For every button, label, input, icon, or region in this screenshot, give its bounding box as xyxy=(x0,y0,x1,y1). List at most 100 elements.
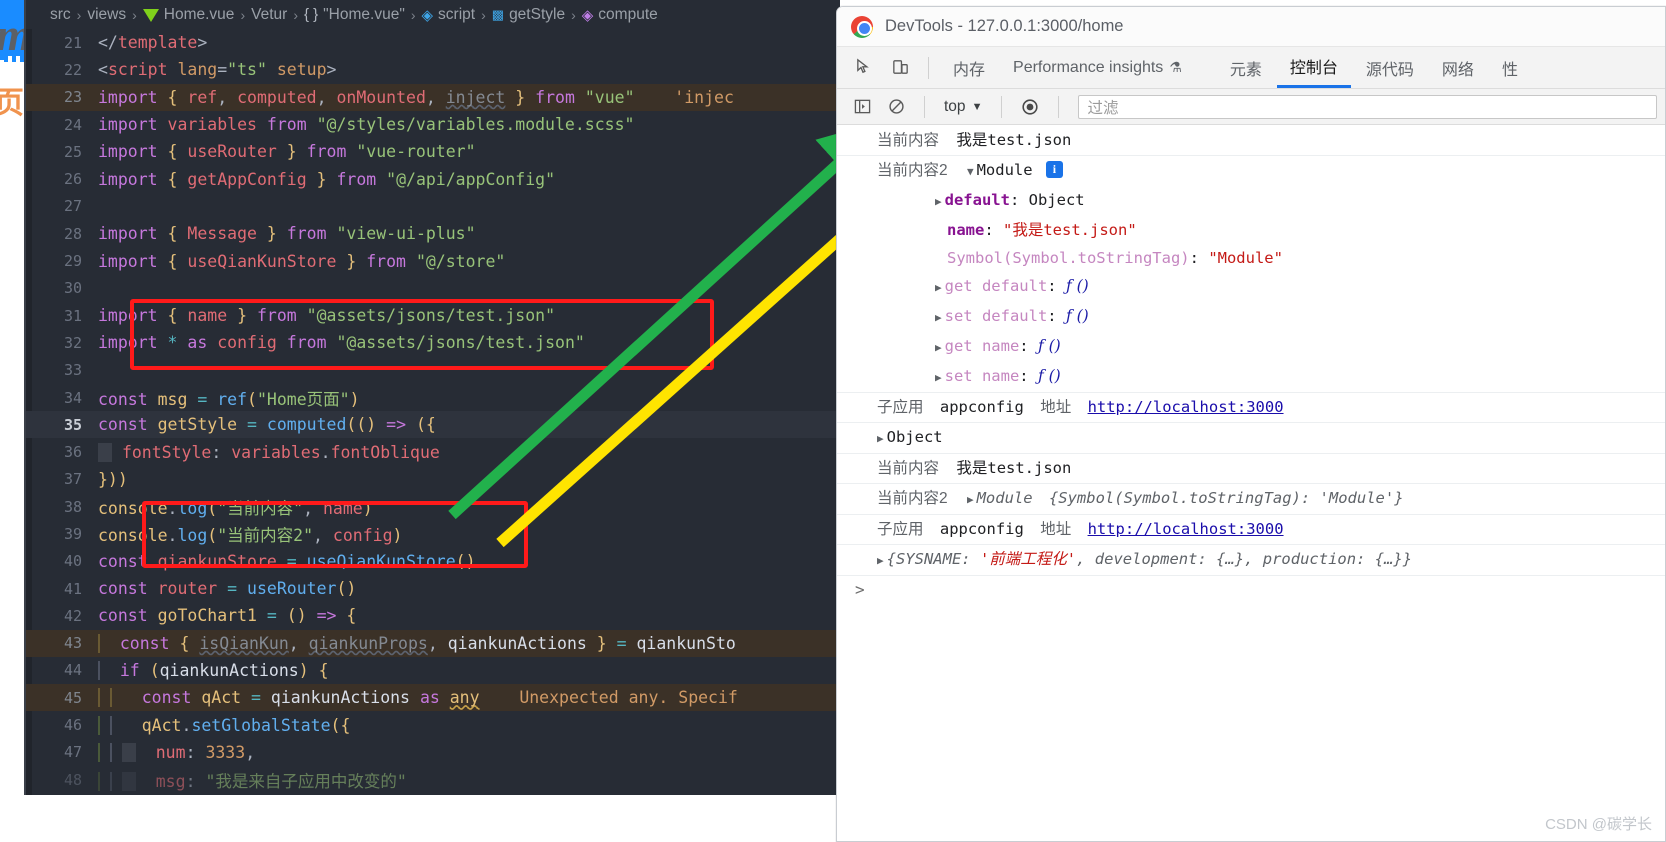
expand-triangle-icon[interactable]: ▶ xyxy=(935,337,942,359)
line-number: 24 xyxy=(63,115,82,134)
code-line[interactable]: 24 import variables from "@/styles/varia… xyxy=(26,111,840,138)
code-line[interactable]: 26 import { getAppConfig } from "@/api/a… xyxy=(26,165,840,192)
line-number: 43 xyxy=(63,634,82,653)
tab-performance[interactable]: 性 xyxy=(1489,47,1531,88)
code-line[interactable]: 47 num: 3333, xyxy=(26,739,840,766)
code-line[interactable]: 38 console.log("当前内容", name) xyxy=(26,493,840,520)
cube-icon: ◈ xyxy=(421,6,434,24)
console-object-property[interactable]: ▶ default: Object xyxy=(837,186,1665,216)
code-line[interactable]: 31 import { name } from "@assets/jsons/t… xyxy=(26,302,840,329)
code-area[interactable]: 21 </template> 22 <script lang="ts" setu… xyxy=(26,29,840,795)
code-line[interactable]: 44 if (qiankunActions) { xyxy=(26,657,840,684)
line-number: 29 xyxy=(63,252,82,271)
code-line[interactable]: 46 qAct.setGlobalState({ xyxy=(26,711,840,738)
console-message[interactable]: ▶ {SYSNAME: '前端工程化', development: {…}, pr… xyxy=(837,545,1665,576)
execution-context-selector[interactable]: top ▼ xyxy=(938,98,988,116)
tab-performance-insights[interactable]: Performance insights ⚗ xyxy=(1000,47,1195,88)
console-message-list[interactable]: 当前内容 我是test.json 当前内容2 ▼ Module i ▶ defaul… xyxy=(837,126,1665,841)
console-object-property[interactable]: ▶ get name: ƒ () xyxy=(837,332,1665,362)
line-number: 27 xyxy=(63,197,82,216)
expand-triangle-icon[interactable]: ▶ xyxy=(935,307,942,329)
code-line[interactable]: 41 const router = useRouter() xyxy=(26,575,840,602)
code-line[interactable]: 43 const { isQianKun, qiankunProps, qian… xyxy=(26,629,840,657)
console-prompt[interactable]: > xyxy=(837,576,1665,604)
console-object-property[interactable]: name: "我是test.json" xyxy=(837,216,1665,244)
code-line[interactable]: 32 import * as config from "@assets/json… xyxy=(26,329,840,356)
expand-triangle-icon[interactable]: ▼ xyxy=(967,161,974,183)
breadcrumb-item-home-vue[interactable]: Home.vue xyxy=(142,6,234,24)
expand-triangle-icon[interactable]: ▶ xyxy=(877,550,884,572)
console-sidebar-icon[interactable] xyxy=(847,94,877,120)
console-object-property[interactable]: Symbol(Symbol.toStringTag): "Module" xyxy=(837,244,1665,272)
cube-purple-icon: ◈ xyxy=(581,6,594,24)
console-object-property[interactable]: ▶ set default: ƒ () xyxy=(837,302,1665,332)
code-line[interactable]: 25 import { useRouter } from "vue-router… xyxy=(26,138,840,165)
breadcrumb-item-compute[interactable]: ◈ compute xyxy=(582,6,658,24)
console-message[interactable]: 子应用 appconfig 地址 http://localhost:3000 xyxy=(837,393,1665,423)
code-line[interactable]: 34 const msg = ref("Home页面") xyxy=(26,384,840,411)
line-content: fontStyle: variables.fontOblique xyxy=(98,442,840,462)
code-line[interactable]: 28 import { Message } from "view-ui-plus… xyxy=(26,220,840,247)
code-line[interactable]: 37 })) xyxy=(26,466,840,493)
line-content: qAct.setGlobalState({ xyxy=(98,715,840,735)
code-line[interactable]: 27 xyxy=(26,193,840,220)
live-expression-icon[interactable] xyxy=(1015,94,1045,120)
log-link[interactable]: http://localhost:3000 xyxy=(1088,398,1284,416)
tab-sources[interactable]: 源代码 xyxy=(1353,47,1427,88)
code-line[interactable]: 33 xyxy=(26,357,840,384)
breadcrumb-item-vetur[interactable]: Vetur xyxy=(251,6,287,24)
console-object-property[interactable]: ▶ set name: ƒ () xyxy=(837,362,1665,393)
tab-elements[interactable]: 元素 xyxy=(1217,47,1275,88)
console-toolbar-divider xyxy=(1001,95,1003,118)
tab-console[interactable]: 控制台 xyxy=(1276,47,1351,88)
breadcrumb-label: compute xyxy=(598,5,658,23)
line-content: import * as config from "@assets/jsons/t… xyxy=(98,333,585,353)
expand-triangle-icon[interactable]: ▶ xyxy=(877,428,884,450)
console-message[interactable]: 当前内容2 ▶ Module {Symbol(Symbol.toStringTag… xyxy=(837,484,1665,515)
property-value: ƒ () xyxy=(1037,367,1061,385)
line-content: <script lang="ts" setup> xyxy=(98,60,337,80)
code-line[interactable]: 30 xyxy=(26,275,840,302)
expand-triangle-icon[interactable]: ▶ xyxy=(935,277,942,299)
tab-network[interactable]: 网络 xyxy=(1429,47,1487,88)
console-filter-input[interactable]: 过滤 xyxy=(1078,94,1657,119)
breadcrumb-item-home-vue-quoted[interactable]: { } "Home.vue" xyxy=(304,6,405,24)
code-line[interactable]: 29 import { useQianKunStore } from "@/st… xyxy=(26,247,840,274)
expand-triangle-icon[interactable]: ▶ xyxy=(935,367,942,389)
code-line[interactable]: 40 const qiankunStore = useQianKunStore(… xyxy=(26,548,840,575)
code-line[interactable]: 23 import { ref, computed, onMounted, in… xyxy=(26,83,840,111)
line-number: 23 xyxy=(63,88,82,107)
info-badge[interactable]: i xyxy=(1045,161,1063,178)
breadcrumb-separator: › xyxy=(132,6,137,23)
breadcrumb[interactable]: src › views › Home.vue › Vetur › { } "Ho… xyxy=(26,0,840,29)
devtools-tabbar[interactable]: 内存 Performance insights ⚗ 元素 控制台 源代码 网络 … xyxy=(837,47,1665,89)
console-message[interactable]: 当前内容 我是test.json xyxy=(837,454,1665,484)
console-message[interactable]: 当前内容 我是test.json xyxy=(837,126,1665,156)
console-message[interactable]: 子应用 appconfig 地址 http://localhost:3000 xyxy=(837,515,1665,545)
breadcrumb-item-views[interactable]: views xyxy=(87,6,126,24)
tab-memory[interactable]: 内存 xyxy=(940,47,998,88)
console-message[interactable]: ▶ Object xyxy=(837,423,1665,454)
code-line[interactable]: 39 console.log("当前内容2", config) xyxy=(26,520,840,547)
inspect-element-icon[interactable] xyxy=(847,53,881,83)
code-line[interactable]: 35 const getStyle = computed(() => ({ xyxy=(26,411,840,439)
line-content: num: 3333, xyxy=(98,742,840,762)
breadcrumb-item-getstyle[interactable]: ▩ getStyle xyxy=(492,6,565,24)
device-toolbar-icon[interactable] xyxy=(883,53,917,83)
code-line[interactable]: 45 const qAct = qiankunActions as any Un… xyxy=(26,684,840,712)
code-line[interactable]: 21 </template> xyxy=(26,29,840,56)
console-toolbar[interactable]: top ▼ 过滤 xyxy=(837,89,1665,125)
console-object-property[interactable]: ▶ get default: ƒ () xyxy=(837,272,1665,302)
breadcrumb-item-script[interactable]: ◈ script xyxy=(422,6,476,24)
console-message[interactable]: 当前内容2 ▼ Module i xyxy=(837,156,1665,186)
code-line[interactable]: 36 fontStyle: variables.fontOblique xyxy=(26,438,840,465)
code-line[interactable]: 42 const goToChart1 = () => { xyxy=(26,602,840,629)
expand-triangle-icon[interactable]: ▶ xyxy=(935,191,942,213)
code-line[interactable]: 22 <script lang="ts" setup> xyxy=(26,56,840,83)
breadcrumb-item-src[interactable]: src xyxy=(50,6,71,24)
log-link[interactable]: http://localhost:3000 xyxy=(1088,520,1284,538)
console-toolbar-divider xyxy=(924,95,925,118)
clear-console-icon[interactable] xyxy=(881,94,911,120)
expand-triangle-icon[interactable]: ▶ xyxy=(967,489,974,511)
code-line[interactable]: 48 msg: "我是来自子应用中改变的" xyxy=(26,766,840,793)
